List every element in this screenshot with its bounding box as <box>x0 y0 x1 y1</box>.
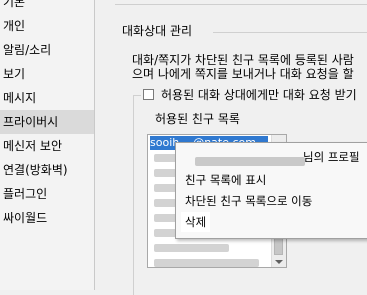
list-item[interactable] <box>150 256 268 267</box>
menu-item-move-to-blocked[interactable]: 차단된 친구 목록으로 이동 <box>185 191 312 211</box>
sidebar-item-privacy[interactable]: 프라이버시 <box>0 110 94 134</box>
section-divider <box>213 32 367 33</box>
allowed-list-title: 허용된 친구 목록 <box>155 112 240 126</box>
sidebar-item-plugin[interactable]: 플러그인 <box>0 182 94 206</box>
list-item[interactable] <box>150 241 268 255</box>
sidebar-item-connection-firewall[interactable]: 연결(방화벽) <box>0 158 94 182</box>
allowed-only-checkbox[interactable] <box>143 89 154 100</box>
menu-item-profile-label: 님의 프로필 <box>303 150 360 164</box>
sidebar-item-cyworld[interactable]: 싸이월드 <box>0 206 94 230</box>
sidebar-item-view[interactable]: 보기 <box>0 62 94 86</box>
group-box-border <box>133 95 134 295</box>
allowed-only-checkbox-label[interactable]: 허용된 대화 상대에게만 대화 요청 받기 <box>161 86 357 103</box>
section-description: 대화/쪽지가 차단된 친구 목록에 등록된 사람 으며 나에게 쪽지를 보내거나… <box>132 53 354 81</box>
sidebar-item-notification-sound[interactable]: 알림/소리 <box>0 38 94 62</box>
blurred-entry <box>154 244 229 252</box>
description-line-2: 으며 나에게 쪽지를 보내거나 대화 요청을 할 <box>132 67 354 81</box>
sidebar-item-message[interactable]: 메시지 <box>0 86 94 110</box>
sidebar-item-basic[interactable]: 기본 <box>0 0 94 14</box>
description-line-1: 대화/쪽지가 차단된 친구 목록에 등록된 사람 <box>132 53 354 67</box>
settings-content: 대화상대 관리 대화/쪽지가 차단된 친구 목록에 등록된 사람 으며 나에게 … <box>95 0 367 295</box>
sidebar-item-messenger-security[interactable]: 메신저 보안 <box>0 134 94 158</box>
divider <box>115 4 367 5</box>
scroll-down-arrow-icon[interactable] <box>275 260 283 264</box>
blurred-entry <box>154 259 259 267</box>
context-menu: 님의 프로필 친구 목록에 표시 차단된 친구 목록으로 이동 삭제 <box>175 142 367 239</box>
group-box-border-top <box>133 95 141 96</box>
blurred-friend-name <box>195 157 305 166</box>
menu-item-delete[interactable]: 삭제 <box>181 212 211 232</box>
section-title: 대화상대 관리 <box>122 24 193 38</box>
menu-item-profile[interactable]: 님의 프로필 <box>185 147 363 167</box>
sidebar-item-personal[interactable]: 개인 <box>0 14 94 38</box>
settings-sidebar: 기본 개인 알림/소리 보기 메시지 프라이버시 메신저 보안 연결(방화벽) … <box>0 0 94 290</box>
menu-item-show-in-friend-list[interactable]: 친구 목록에 표시 <box>185 170 266 190</box>
